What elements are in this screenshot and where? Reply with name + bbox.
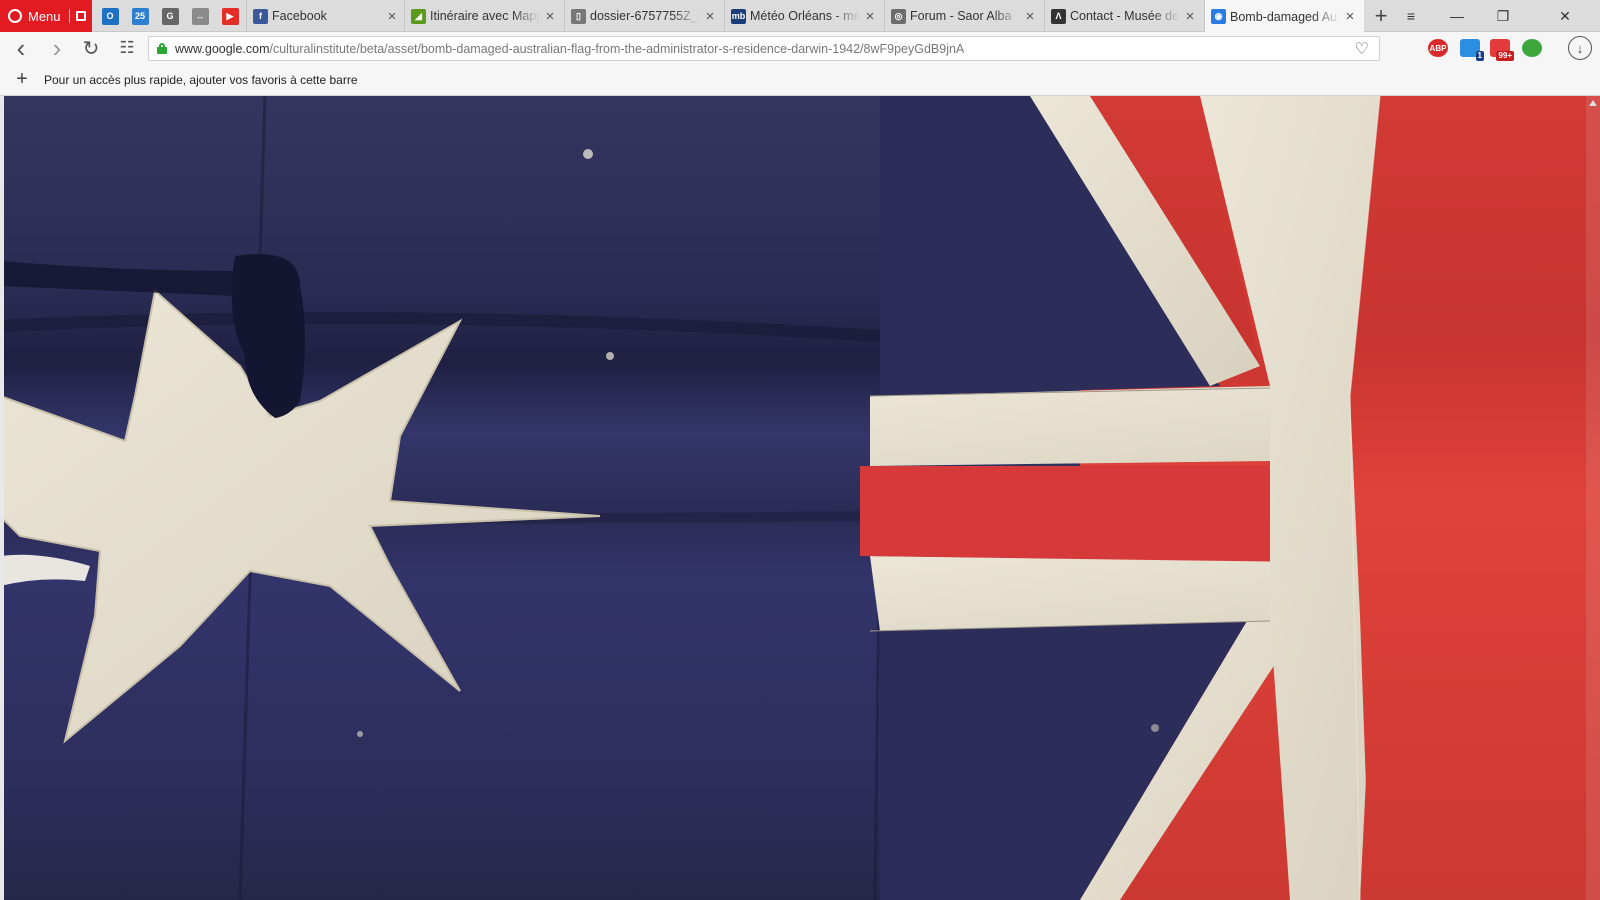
secure-lock-icon[interactable] (157, 43, 167, 54)
artwork-viewer[interactable] (0, 96, 1600, 900)
menu-label: Menu (28, 8, 61, 24)
globe-icon[interactable] (1522, 39, 1542, 57)
g-square-icon: G (161, 7, 179, 25)
browser-tab[interactable]: ▯ dossier-6757755Z_LE× (564, 0, 724, 32)
url-domain: www.google.com (175, 41, 270, 56)
reload-button[interactable]: ↻ (76, 32, 106, 64)
opera-menu-button[interactable]: Menu (0, 0, 92, 32)
forward-button[interactable]: › (42, 32, 72, 64)
tab-close-icon[interactable]: × (1340, 8, 1360, 25)
tab-close-icon[interactable]: × (1180, 8, 1200, 25)
url-text[interactable]: www.google.com/culturalinstitute/beta/as… (175, 42, 964, 56)
tab-close-icon[interactable]: × (540, 8, 560, 25)
union-jack-canton (860, 96, 1600, 900)
close-window-button[interactable]: ✕ (1530, 0, 1600, 32)
browser-tab[interactable]: mb Météo Orléans - météo× (724, 0, 884, 32)
browser-tab[interactable]: f Facebook × (246, 0, 406, 32)
flag-icon[interactable] (75, 11, 86, 21)
pinned-tab[interactable]: ▶ (216, 0, 244, 32)
browser-tab[interactable]: ◎ Forum - Saor Alba × (884, 0, 1044, 32)
extension-label: ABP (1429, 43, 1447, 53)
downloads-icon[interactable]: ↓ (1568, 36, 1592, 60)
bomb-damaged-flag-image (0, 96, 1600, 900)
tab-close-icon[interactable]: × (700, 8, 720, 25)
tab-strip: Menu O 25 G ↔ ▶ f Facebook × ◢ Itinéraire avec M… (0, 0, 1600, 33)
tab-label: dossier-6757755Z_LE (590, 9, 700, 23)
extension-badge: 1 (1475, 51, 1484, 61)
tab-label: Météo Orléans - météo (750, 9, 860, 23)
pinned-tab[interactable]: ↔ (186, 0, 214, 32)
adblock-icon[interactable]: ABP (1428, 39, 1448, 57)
back-button[interactable]: ‹ (6, 32, 36, 64)
bookmarks-hint: Pour un accès plus rapide, ajouter vos f… (44, 72, 358, 87)
pinned-tab[interactable]: 25 (126, 0, 154, 32)
url-path: /culturalinstitute/beta/asset/bomb-damag… (269, 41, 965, 56)
tab-close-icon[interactable]: × (1020, 8, 1040, 25)
bookmarks-bar: + Pour un accès plus rapide, ajouter vos… (0, 64, 1600, 96)
tab-label: Bomb-damaged Australian (1230, 9, 1340, 24)
tab-label: Forum - Saor Alba (910, 9, 1012, 23)
document-icon: ▯ (571, 8, 586, 24)
map-icon: ↔ (191, 7, 209, 25)
restore-button[interactable]: ❐ (1480, 0, 1526, 32)
tab-close-icon[interactable]: × (860, 8, 880, 25)
address-toolbar: ‹ › ↻ ☷ www.google.com/culturalinstitute… (0, 32, 1600, 64)
outlook-icon: O (101, 7, 119, 25)
add-bookmark-icon[interactable]: + (0, 68, 44, 91)
menu-separator (68, 9, 70, 23)
pinned-tab[interactable]: O (96, 0, 124, 32)
tab-label: Contact - Musée de (1070, 9, 1180, 23)
tab-list-icon[interactable]: ≡ (1388, 0, 1434, 32)
scroll-up-arrow-icon[interactable] (1589, 100, 1597, 106)
forum-icon: ◎ (891, 8, 906, 24)
museum-icon: Λ (1051, 8, 1066, 24)
pinned-tab[interactable]: G (156, 0, 184, 32)
left-window-edge (0, 96, 4, 900)
tab-active[interactable]: ◉ Bomb-damaged Australian× (1204, 0, 1364, 33)
opera-logo-icon (8, 9, 22, 23)
speed-dial-icon[interactable]: ☷ (112, 32, 142, 64)
bookmark-heart-icon[interactable]: ♡ (1355, 39, 1369, 59)
address-field[interactable]: www.google.com/culturalinstitute/beta/as… (148, 36, 1380, 61)
browser-tab[interactable]: ◢ Itinéraire avec Mappy × (404, 0, 564, 32)
minimize-button[interactable]: — (1434, 0, 1480, 32)
meteo-icon: mb (731, 8, 746, 24)
tab-close-icon[interactable]: × (382, 8, 402, 25)
tab-label: Itinéraire avec Mappy (430, 9, 540, 23)
cultural-institute-icon: ◉ (1211, 9, 1226, 24)
youtube-icon: ▶ (221, 7, 239, 25)
translate-icon[interactable]: 1 (1460, 39, 1484, 61)
mappy-icon: ◢ (411, 8, 426, 24)
extension-badge: 99+ (1496, 51, 1514, 61)
calendar-icon: 25 (131, 7, 149, 25)
facebook-icon: f (253, 8, 268, 24)
browser-tab[interactable]: Λ Contact - Musée de × (1044, 0, 1204, 32)
vertical-scrollbar[interactable] (1586, 96, 1600, 900)
notifications-icon[interactable]: 99+ (1490, 39, 1514, 61)
tab-label: Facebook (272, 9, 327, 23)
